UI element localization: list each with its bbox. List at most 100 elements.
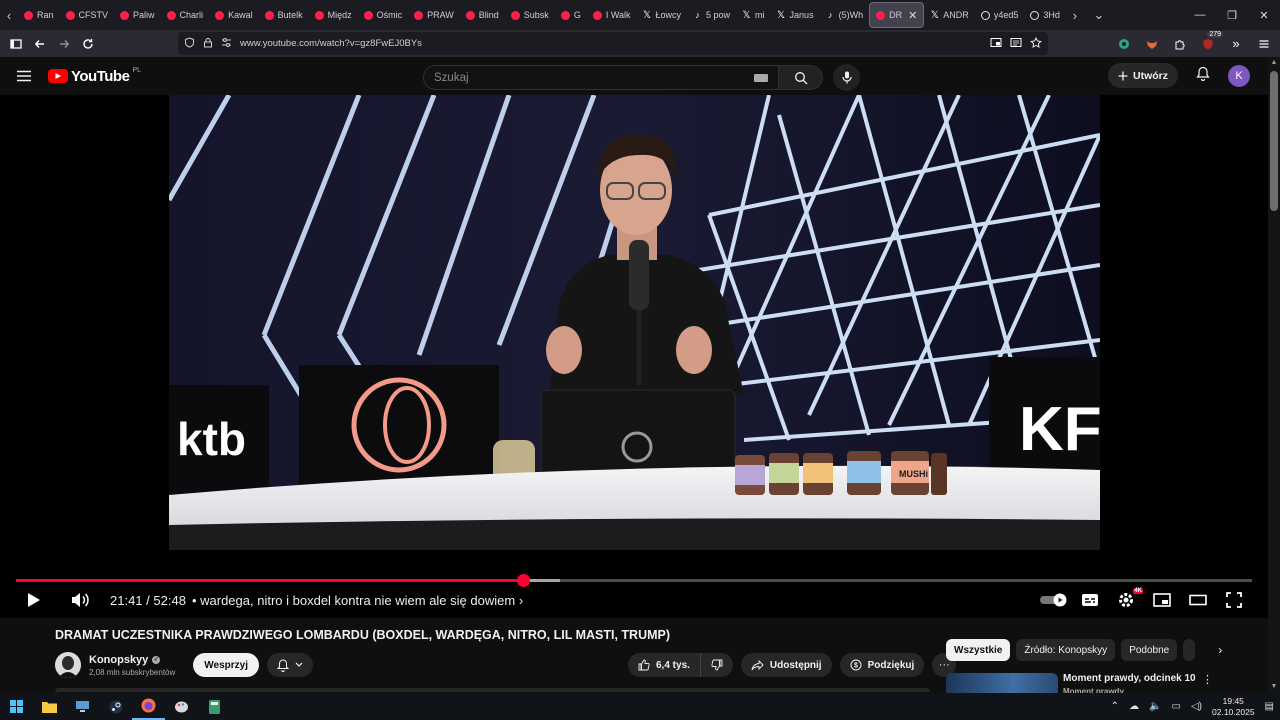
notifications-tray-icon[interactable]: ▤ (1265, 701, 1274, 712)
tab-scroll-left-button[interactable]: ‹ (0, 0, 18, 30)
chip-related[interactable]: Podobne (1121, 639, 1178, 661)
back-button[interactable] (28, 32, 52, 56)
browser-tab[interactable]: 𝕏 Janus (771, 2, 820, 28)
start-windows-icon[interactable] (0, 693, 33, 720)
browser-tab[interactable]: DR ✕ (869, 2, 925, 28)
browser-tab[interactable]: Międz (309, 2, 358, 28)
recommendation-title[interactable]: Moment prawdy, odcinek 10 (1063, 673, 1196, 684)
vpn-extension-icon[interactable] (1112, 32, 1136, 56)
picture-in-picture-icon[interactable] (990, 37, 1002, 51)
search-input[interactable]: Szukaj (423, 65, 779, 90)
chips-next-chevron-icon[interactable]: › (1209, 639, 1231, 661)
ublock-extension-icon[interactable]: 279 (1196, 30, 1223, 56)
keyboard-icon[interactable] (754, 73, 768, 82)
sidebar-toggle-icon[interactable] (4, 32, 28, 56)
tab-scroll-right-button[interactable]: › (1066, 0, 1084, 30)
browser-tab[interactable]: 3Hd (1024, 2, 1066, 28)
app-menu-hamburger-icon[interactable] (1252, 32, 1276, 56)
notifications-bell-icon[interactable] (1196, 66, 1210, 86)
description-box[interactable] (55, 688, 930, 692)
chip-all[interactable]: Wszystkie (946, 639, 1011, 661)
restore-button[interactable]: ❐ (1216, 0, 1248, 30)
steam-icon[interactable] (99, 693, 132, 720)
browser-tab[interactable]: 𝕏 Łowcy (637, 2, 688, 28)
browser-tab[interactable]: 𝕏 ANDR (924, 2, 975, 28)
network-icon[interactable]: ▭ (1172, 701, 1181, 712)
account-avatar[interactable]: K (1228, 64, 1250, 87)
tab-close-icon[interactable]: ✕ (908, 9, 917, 22)
extension-fox-icon[interactable] (1140, 32, 1164, 56)
recommendation-menu-icon[interactable]: ⋮ (1202, 673, 1213, 686)
youtube-logo[interactable]: YouTube PL (48, 67, 141, 85)
extensions-puzzle-icon[interactable] (1168, 32, 1192, 56)
browser-tab[interactable]: Paliw (114, 2, 161, 28)
search-button[interactable] (779, 65, 823, 90)
browser-tab[interactable]: 𝕏mi (736, 2, 771, 28)
reload-button[interactable] (76, 32, 100, 56)
page-scrollbar[interactable]: ▲ ▼ (1268, 57, 1280, 693)
browser-tab[interactable]: Blind (460, 2, 505, 28)
channel-name-link[interactable]: Konopskyy ✓ (89, 654, 175, 666)
minimize-button[interactable]: — (1184, 0, 1216, 30)
settings-button[interactable]: 4K (1108, 588, 1144, 612)
file-explorer-icon[interactable] (33, 693, 66, 720)
browser-tab[interactable]: I Walk (587, 2, 637, 28)
pc-app-icon[interactable] (66, 693, 99, 720)
video-player[interactable]: ktb KF MUSHi 21:41 / 52:48 • wardega, ni… (0, 95, 1268, 618)
mute-button[interactable] (62, 588, 98, 612)
voice-search-button[interactable] (833, 64, 860, 91)
forward-button[interactable] (52, 32, 76, 56)
progress-scrubber-handle[interactable] (516, 574, 530, 587)
chapter-title[interactable]: • wardega, nitro i boxdel kontra nie wie… (192, 593, 523, 608)
video-frame[interactable]: ktb KF MUSHi (169, 95, 1100, 550)
firefox-icon[interactable] (132, 693, 165, 720)
share-button[interactable]: Udostępnij (740, 653, 832, 677)
progress-bar[interactable] (16, 574, 1252, 587)
autoplay-toggle[interactable] (1036, 588, 1072, 612)
browser-tab[interactable]: Subsk (505, 2, 555, 28)
like-button[interactable]: 6,4 tys. (628, 653, 701, 677)
url-bar[interactable]: www.youtube.com/watch?v=gz8FwEJ0BYs (178, 32, 1048, 55)
browser-tab[interactable]: y4ed5 (975, 2, 1025, 28)
permissions-icon[interactable] (221, 35, 232, 53)
lock-icon[interactable] (203, 35, 213, 53)
thanks-button[interactable]: $ Podziękuj (839, 653, 925, 677)
dislike-button[interactable] (701, 653, 733, 677)
volume-tray-icon[interactable]: 🔈 (1149, 701, 1161, 712)
fullscreen-button[interactable] (1216, 588, 1252, 612)
browser-tab[interactable]: G (555, 2, 587, 28)
join-button[interactable]: Wesprzyj (193, 653, 259, 677)
browser-tab[interactable]: Charli (161, 2, 210, 28)
bookmark-star-icon[interactable] (1030, 36, 1042, 51)
reader-view-icon[interactable] (1010, 37, 1022, 51)
cloud-icon[interactable]: ☁ (1129, 701, 1139, 712)
url-text[interactable]: www.youtube.com/watch?v=gz8FwEJ0BYs (240, 38, 422, 49)
browser-tab[interactable]: CFSTV (60, 2, 115, 28)
theater-mode-button[interactable] (1180, 588, 1216, 612)
browser-tab[interactable]: ♪ (5)Wh (820, 2, 870, 28)
tray-overflow-chevron-icon[interactable]: ⌃ (1111, 701, 1119, 712)
browser-tab[interactable]: Butelk (259, 2, 309, 28)
shield-icon[interactable] (184, 35, 195, 53)
miniplayer-button[interactable] (1144, 588, 1180, 612)
channel-avatar[interactable] (55, 652, 81, 678)
scrollbar-thumb[interactable] (1270, 71, 1278, 211)
browser-tab[interactable]: ♪ 5 pow (687, 2, 736, 28)
subscribe-notifications-button[interactable] (267, 653, 313, 677)
browser-tab[interactable]: Kawal (209, 2, 259, 28)
chip-from-channel[interactable]: Źródło: Konopskyy (1016, 639, 1116, 661)
recommendation-thumbnail[interactable] (946, 673, 1058, 693)
list-all-tabs-button[interactable]: ⌄ (1084, 0, 1114, 30)
browser-tab[interactable]: PRAW (408, 2, 460, 28)
create-button[interactable]: Utwórz (1108, 63, 1178, 88)
play-button[interactable] (16, 588, 52, 612)
paint-app-icon[interactable] (165, 693, 198, 720)
guide-menu-icon[interactable] (0, 57, 48, 95)
browser-tab[interactable]: Ran (18, 2, 60, 28)
calculator-icon[interactable] (198, 693, 231, 720)
chip-overflow[interactable] (1183, 639, 1196, 661)
close-window-button[interactable]: ✕ (1248, 0, 1280, 30)
speaker-icon[interactable]: ◁) (1191, 701, 1202, 712)
taskbar-clock[interactable]: 19:45 02.10.2025 (1212, 696, 1255, 718)
more-tools-chevron-icon[interactable]: » (1224, 32, 1248, 56)
